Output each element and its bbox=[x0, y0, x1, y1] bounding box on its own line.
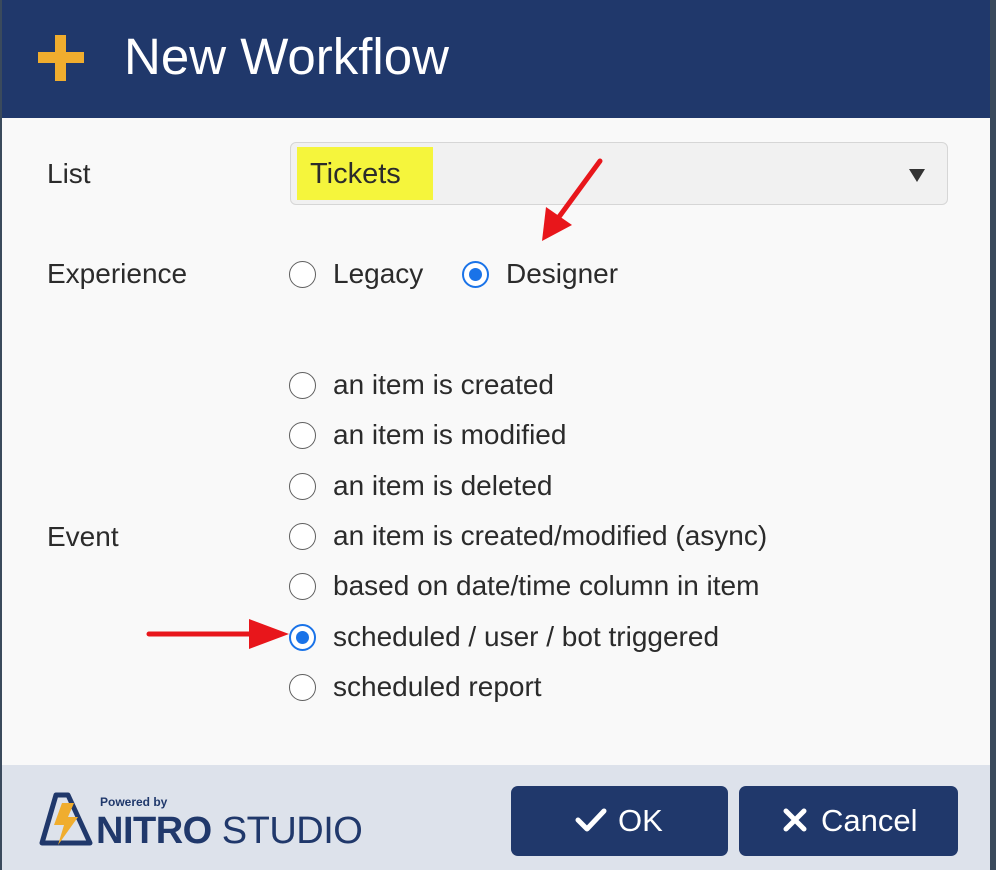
powered-by-text: Powered by bbox=[100, 795, 168, 809]
radio-label: an item is modified bbox=[333, 419, 567, 450]
brand-name: NITRO STUDIO bbox=[96, 809, 363, 853]
event-label: Event bbox=[47, 521, 119, 552]
radio-label: an item is created bbox=[333, 369, 554, 400]
radio-label: scheduled report bbox=[333, 671, 542, 702]
radio-label: based on date/time column in item bbox=[333, 570, 760, 601]
brand-bold: NITRO bbox=[96, 810, 212, 852]
radio-label: an item is deleted bbox=[333, 470, 553, 501]
ok-button-label: OK bbox=[618, 803, 663, 838]
radio-label: Designer bbox=[506, 258, 619, 289]
radio-scheduled-user-bot[interactable] bbox=[289, 624, 316, 651]
dialog-footer: Powered by NITRO STUDIO OK Cancel bbox=[2, 765, 990, 870]
radio-label: Legacy bbox=[333, 258, 424, 289]
list-select-value: Tickets bbox=[310, 158, 401, 190]
dialog-title: New Workflow bbox=[124, 28, 449, 85]
close-icon bbox=[783, 808, 807, 832]
nitro-bolt-logo-icon bbox=[39, 792, 93, 846]
radio-item-created[interactable] bbox=[289, 372, 316, 399]
radio-designer[interactable] bbox=[462, 261, 489, 288]
radio-item-created-modified-async[interactable] bbox=[289, 523, 316, 550]
dropdown-caret-icon bbox=[909, 169, 925, 182]
dialog-title-bar: New Workflow bbox=[2, 0, 990, 118]
plus-icon bbox=[38, 35, 84, 81]
radio-legacy[interactable] bbox=[289, 261, 316, 288]
annotation-arrow-scheduled bbox=[146, 619, 289, 649]
experience-label: Experience bbox=[47, 258, 188, 289]
list-select[interactable]: Tickets bbox=[290, 142, 948, 205]
brand-light: STUDIO bbox=[221, 810, 363, 852]
ok-button[interactable]: OK bbox=[511, 786, 728, 856]
cancel-button[interactable]: Cancel bbox=[739, 786, 958, 856]
radio-scheduled-report[interactable] bbox=[289, 674, 316, 701]
radio-date-time-column[interactable] bbox=[289, 573, 316, 600]
list-label: List bbox=[47, 158, 91, 189]
cancel-button-label: Cancel bbox=[821, 803, 918, 838]
radio-item-deleted[interactable] bbox=[289, 473, 316, 500]
radio-item-modified[interactable] bbox=[289, 422, 316, 449]
radio-label: an item is created/modified (async) bbox=[333, 520, 768, 551]
new-workflow-dialog: New Workflow List Tickets Experience Leg… bbox=[2, 0, 990, 870]
nitro-studio-logo: Powered by NITRO STUDIO bbox=[38, 789, 378, 857]
radio-label: scheduled / user / bot triggered bbox=[333, 621, 720, 652]
checkmark-icon bbox=[575, 808, 607, 832]
